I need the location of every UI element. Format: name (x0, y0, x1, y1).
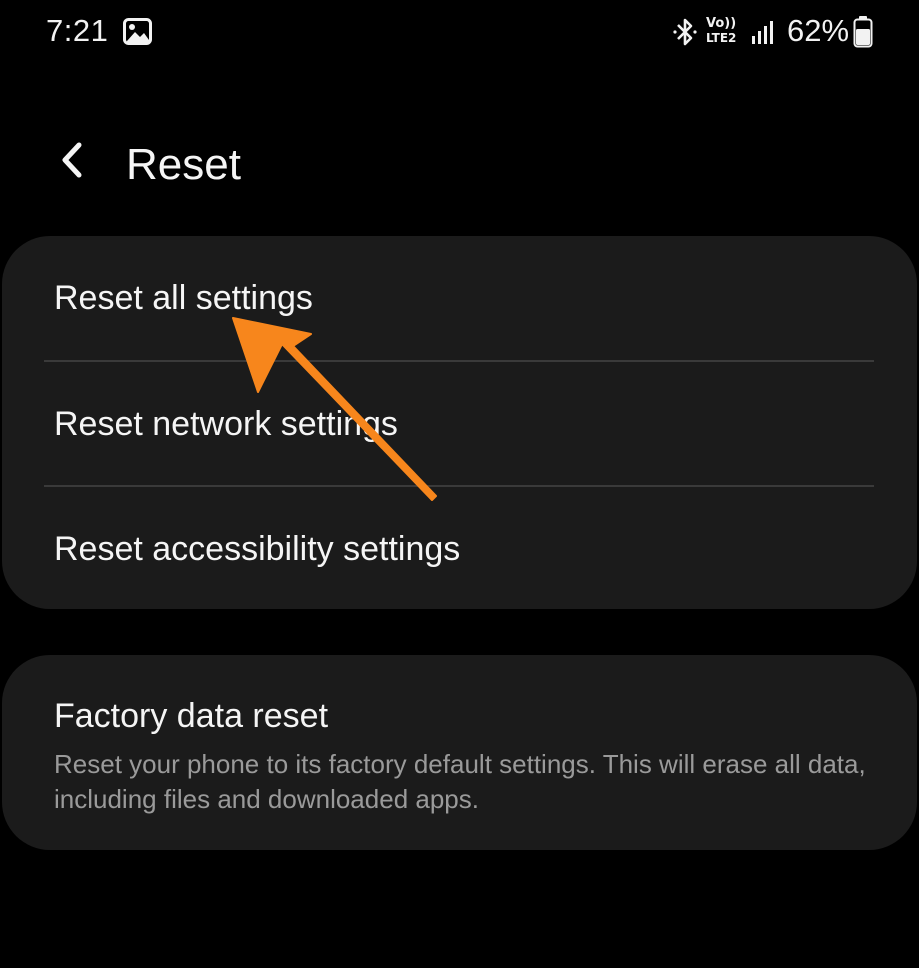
reset-all-settings-label: Reset all settings (54, 278, 313, 317)
reset-all-settings-item[interactable]: Reset all settings (2, 236, 917, 360)
chevron-left-icon (62, 142, 82, 178)
factory-data-reset-item[interactable]: Factory data reset Reset your phone to i… (2, 655, 917, 850)
network-type-label: Vo)) LTE2 (706, 16, 746, 50)
reset-accessibility-settings-item[interactable]: Reset accessibility settings (2, 487, 917, 611)
volte-label: Vo)) (706, 16, 737, 31)
reset-accessibility-settings-label: Reset accessibility settings (54, 529, 461, 568)
status-time: 7:21 (46, 13, 109, 48)
bluetooth-icon (673, 18, 697, 46)
reset-network-settings-item[interactable]: Reset network settings (2, 362, 917, 486)
reset-options-card: Reset all settings Reset network setting… (2, 236, 917, 609)
factory-reset-card: Factory data reset Reset your phone to i… (2, 655, 917, 850)
lte-label: LTE2 (706, 31, 737, 45)
app-bar: Reset (0, 120, 919, 210)
reset-network-settings-label: Reset network settings (54, 404, 398, 443)
gallery-icon (123, 18, 152, 45)
factory-data-reset-title: Factory data reset (54, 697, 329, 735)
battery-icon (853, 16, 873, 48)
page-title: Reset (126, 140, 241, 189)
status-bar: 7:21 Vo)) LTE2 62% (0, 0, 919, 66)
factory-data-reset-description: Reset your phone to its factory default … (54, 749, 866, 814)
back-button[interactable] (44, 130, 100, 190)
signal-icon (752, 21, 773, 44)
battery-percentage: 62% (787, 13, 850, 48)
